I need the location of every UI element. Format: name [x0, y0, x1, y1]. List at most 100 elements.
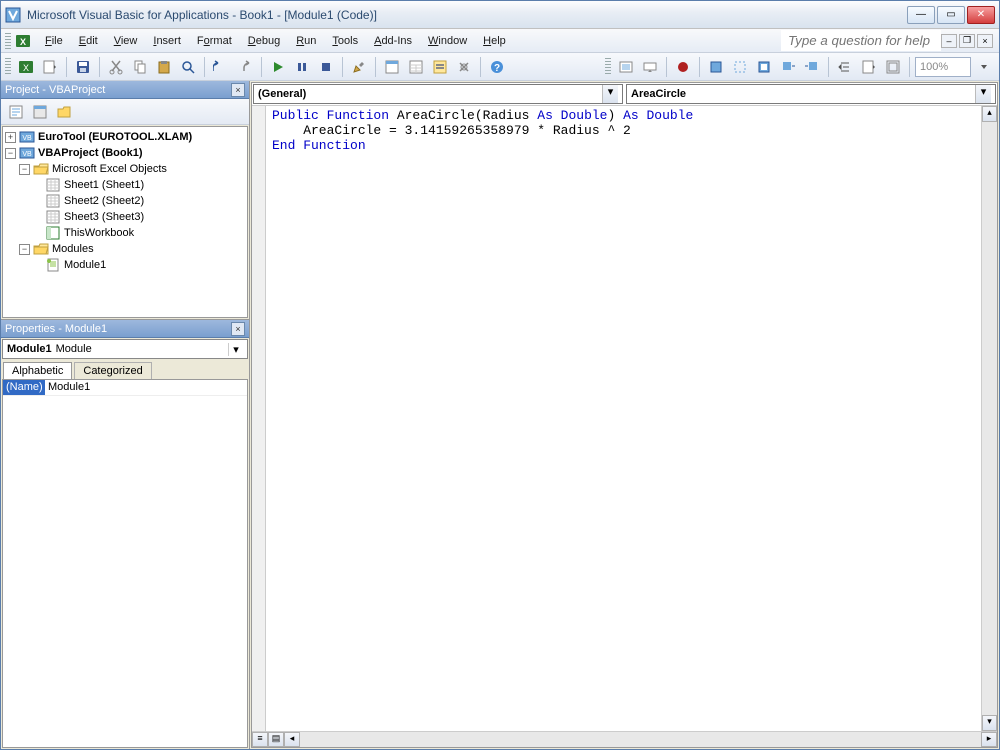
menu-insert[interactable]: Insert [145, 32, 189, 50]
menu-debug[interactable]: Debug [240, 32, 288, 50]
property-row[interactable]: (Name) Module1 [3, 380, 247, 396]
toggle-breakpoint-button[interactable] [672, 56, 694, 78]
menu-format[interactable]: Format [189, 32, 240, 50]
properties-pane-header: Properties - Module1 × [1, 320, 249, 338]
tree-node-thisworkbook[interactable]: ThisWorkbook [5, 225, 245, 241]
paste-button[interactable] [153, 56, 175, 78]
dropdown-icon[interactable]: ▾ [228, 343, 243, 356]
tree-label: Sheet3 (Sheet3) [64, 211, 144, 223]
menu-view[interactable]: View [106, 32, 146, 50]
menu-window[interactable]: Window [420, 32, 475, 50]
procedure-view-button[interactable]: ≡ [252, 732, 268, 747]
tree-node-sheet3[interactable]: Sheet3 (Sheet3) [5, 209, 245, 225]
prev-bookmark-button[interactable] [801, 56, 823, 78]
insert-dropdown-button[interactable] [39, 56, 61, 78]
close-button[interactable]: ✕ [967, 6, 995, 24]
menu-file[interactable]: File [37, 32, 71, 50]
object-combo[interactable]: (General) ▾ [253, 84, 623, 104]
menubar: X File Edit View Insert Format Debug Run… [1, 29, 999, 53]
scroll-left-icon[interactable]: ◂ [284, 732, 300, 747]
mdi-controls: – ❐ × [941, 34, 995, 48]
help-button[interactable]: ? [486, 56, 508, 78]
dropdown-icon[interactable]: ▾ [975, 85, 991, 103]
excel-icon[interactable]: X [15, 33, 31, 49]
menu-tools[interactable]: Tools [324, 32, 366, 50]
mdi-minimize[interactable]: – [941, 34, 957, 48]
svg-text:VB: VB [22, 151, 32, 158]
project-tree[interactable]: + VB EuroTool (EUROTOOL.XLAM) − VB VBAPr… [2, 126, 248, 318]
tab-alphabetic[interactable]: Alphabetic [3, 362, 72, 379]
props-object-type: Module [56, 343, 92, 355]
indent-button[interactable] [834, 56, 856, 78]
view-object-button[interactable] [29, 101, 51, 123]
reset-button[interactable] [315, 56, 337, 78]
code-margin[interactable] [252, 106, 266, 731]
bookmark-button[interactable] [753, 56, 775, 78]
mdi-restore[interactable]: ❐ [959, 34, 975, 48]
zoom-combo[interactable]: 100% [915, 57, 971, 77]
menu-run[interactable]: Run [288, 32, 324, 50]
tree-node-vbaproject[interactable]: − VB VBAProject (Book1) [5, 145, 245, 161]
scroll-right-icon[interactable]: ▸ [981, 732, 997, 747]
toolbox-button[interactable] [453, 56, 475, 78]
maximize-button[interactable]: ▭ [937, 6, 965, 24]
design-mode-button[interactable] [348, 56, 370, 78]
properties-grid[interactable]: (Name) Module1 [2, 379, 248, 748]
collapse-icon[interactable]: − [19, 244, 30, 255]
run-button[interactable] [267, 56, 289, 78]
mdi-close[interactable]: × [977, 34, 993, 48]
tree-node-sheet2[interactable]: Sheet2 (Sheet2) [5, 193, 245, 209]
properties-window-button[interactable] [405, 56, 427, 78]
scroll-down-icon[interactable]: ▾ [982, 715, 997, 731]
titlebar: Microsoft Visual Basic for Applications … [1, 1, 999, 29]
project-explorer-button[interactable] [381, 56, 403, 78]
property-value[interactable]: Module1 [45, 380, 247, 395]
view-excel-button[interactable]: X [15, 56, 37, 78]
save-button[interactable] [72, 56, 94, 78]
comment-block-button[interactable] [705, 56, 727, 78]
vertical-scrollbar[interactable]: ▴ ▾ [981, 106, 997, 731]
horizontal-scrollbar[interactable]: ≡ ▤ ◂ ▸ [252, 731, 997, 747]
dropdown-icon[interactable]: ▾ [602, 85, 618, 103]
view-code-button[interactable] [5, 101, 27, 123]
quick-info-button[interactable] [639, 56, 661, 78]
outdent-button[interactable] [882, 56, 904, 78]
zoom-value: 100% [920, 61, 948, 73]
list-members-button[interactable] [615, 56, 637, 78]
code-editor[interactable]: Public Function AreaCircle(Radius As Dou… [266, 106, 981, 731]
menu-edit[interactable]: Edit [71, 32, 106, 50]
project-pane-close[interactable]: × [231, 83, 245, 97]
find-button[interactable] [177, 56, 199, 78]
tab-categorized[interactable]: Categorized [74, 362, 151, 379]
tree-node-modules[interactable]: − Modules [5, 241, 245, 257]
expand-icon[interactable]: + [5, 132, 16, 143]
collapse-icon[interactable]: − [5, 148, 16, 159]
properties-pane-close[interactable]: × [231, 322, 245, 336]
full-module-view-button[interactable]: ▤ [268, 732, 284, 747]
folder-open-icon [33, 162, 49, 176]
procedure-combo[interactable]: AreaCircle ▾ [626, 84, 996, 104]
tree-node-module1[interactable]: Module1 [5, 257, 245, 273]
properties-object-combo[interactable]: Module1 Module ▾ [2, 339, 248, 359]
uncomment-block-button[interactable] [729, 56, 751, 78]
menu-addins[interactable]: Add-Ins [366, 32, 420, 50]
next-bookmark-button[interactable] [777, 56, 799, 78]
minimize-button[interactable]: — [907, 6, 935, 24]
cut-button[interactable] [105, 56, 127, 78]
break-button[interactable] [291, 56, 313, 78]
toggle-folders-button[interactable] [53, 101, 75, 123]
help-search-input[interactable] [781, 30, 941, 51]
redo-button[interactable] [234, 56, 256, 78]
scroll-up-icon[interactable]: ▴ [982, 106, 997, 122]
tree-node-eurotool[interactable]: + VB EuroTool (EUROTOOL.XLAM) [5, 129, 245, 145]
tree-node-sheet1[interactable]: Sheet1 (Sheet1) [5, 177, 245, 193]
collapse-icon[interactable]: − [19, 164, 30, 175]
menu-help[interactable]: Help [475, 32, 514, 50]
copy-button[interactable] [129, 56, 151, 78]
undo-button[interactable] [210, 56, 232, 78]
outdent-dropdown-button[interactable] [858, 56, 880, 78]
object-browser-button[interactable] [429, 56, 451, 78]
scroll-track[interactable] [300, 732, 981, 747]
zoom-dropdown-button[interactable] [973, 56, 995, 78]
tree-node-excel-objects[interactable]: − Microsoft Excel Objects [5, 161, 245, 177]
